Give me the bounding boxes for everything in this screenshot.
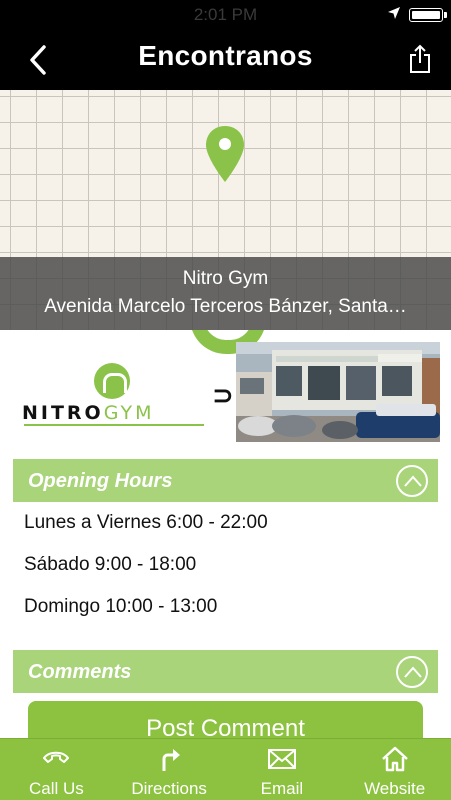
comments-header[interactable]: Comments	[13, 650, 438, 693]
comments-section: Comments	[13, 650, 438, 693]
chevron-up-icon	[404, 666, 422, 678]
map-view[interactable]: Nitro Gym Avenida Marcelo Terceros Bánze…	[0, 90, 451, 330]
building-photo-image	[236, 342, 440, 442]
gym-photo[interactable]	[236, 342, 440, 442]
hours-row: Domingo 10:00 - 13:00	[24, 596, 218, 617]
map-pin-icon[interactable]	[204, 124, 246, 184]
bottom-tab-bar: Call Us Directions Email Website	[0, 738, 451, 800]
chevron-up-icon	[404, 475, 422, 487]
tab-directions[interactable]: Directions	[113, 739, 226, 800]
logo-word-green: GYM	[103, 402, 155, 424]
map-info-overlay: Nitro Gym Avenida Marcelo Terceros Bánze…	[0, 257, 451, 330]
tab-label: Email	[260, 779, 304, 798]
collapse-toggle-button[interactable]	[396, 656, 428, 688]
battery-icon	[409, 8, 447, 22]
tab-label: Call Us	[28, 779, 84, 798]
mail-icon	[267, 749, 296, 769]
share-button[interactable]	[403, 40, 437, 78]
status-bar: 2:01 PM	[0, 0, 451, 30]
tab-call-us[interactable]: Call Us	[0, 739, 113, 800]
image-gallery[interactable]: NITROGYM ⊃	[0, 330, 451, 448]
hours-row: Lunes a Viernes 6:00 - 22:00	[24, 512, 268, 533]
opening-hours-header[interactable]: Opening Hours	[13, 459, 438, 502]
top-bar: 2:01 PM Encontranos	[0, 0, 451, 90]
hours-list: Lunes a Viernes 6:00 - 22:00 Sábado 9:00…	[13, 502, 438, 628]
page-title: Encontranos	[138, 40, 313, 71]
place-address: Avenida Marcelo Terceros Bánzer, Santa…	[44, 296, 407, 317]
home-icon	[381, 746, 408, 772]
opening-hours-section: Opening Hours Lunes a Viernes 6:00 - 22:…	[13, 459, 438, 617]
gym-logo: NITROGYM	[22, 360, 212, 426]
tab-label: Directions	[131, 779, 207, 798]
phone-icon	[43, 751, 70, 763]
tab-label: Website	[364, 779, 426, 798]
tab-website[interactable]: Website	[338, 739, 451, 800]
location-arrow-icon	[388, 7, 400, 19]
share-icon	[410, 44, 430, 73]
opening-hours-title: Opening Hours	[28, 470, 173, 492]
hours-row: Sábado 9:00 - 18:00	[24, 554, 197, 575]
logo-word-dark: NITRO	[22, 402, 104, 424]
tab-email[interactable]: Email	[226, 739, 339, 800]
status-time: 2:01 PM	[193, 5, 258, 24]
collapse-toggle-button[interactable]	[396, 465, 428, 497]
comments-title: Comments	[28, 661, 132, 683]
logo-ring-icon	[94, 363, 130, 399]
directions-icon	[162, 749, 181, 771]
logo-fragment-letter: ⊃	[212, 380, 234, 410]
place-name: Nitro Gym	[182, 268, 269, 289]
